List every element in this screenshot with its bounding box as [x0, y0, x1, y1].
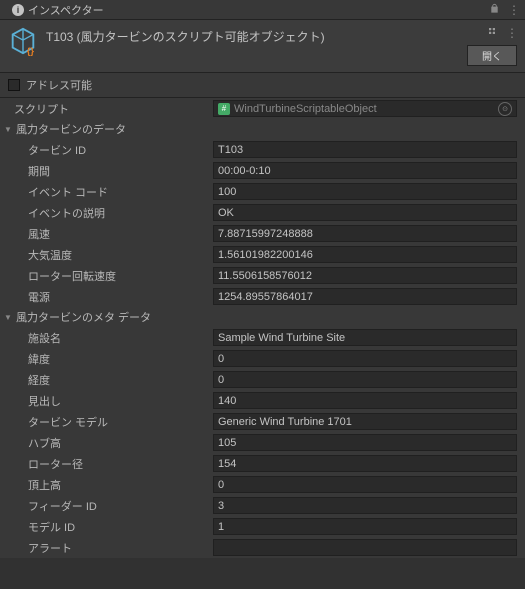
foldout-icon: ▼ [4, 313, 14, 322]
turbine-id-label: タービン ID [28, 142, 86, 158]
hub-height-row: ハブ高 [0, 432, 525, 453]
section-data-header[interactable]: ▼風力タービンのデータ [0, 119, 525, 139]
heading-row: 見出し [0, 390, 525, 411]
header-context-menu-icon[interactable]: ⋮ [506, 26, 517, 41]
addressable-label: アドレス可能 [26, 77, 92, 93]
wind-speed-row: 風速 [0, 223, 525, 244]
inspector-tab[interactable]: i インスペクター [6, 0, 110, 20]
wind-speed-label: 風速 [28, 226, 50, 242]
inspector-tab-bar: i インスペクター ⋮ [0, 0, 525, 20]
rotor-speed-row: ローター回転速度 [0, 265, 525, 286]
longitude-input[interactable] [213, 371, 517, 388]
context-menu-icon[interactable]: ⋮ [508, 3, 519, 17]
ambient-temp-row: 大気温度 [0, 244, 525, 265]
hub-height-input[interactable] [213, 434, 517, 451]
latitude-label: 緯度 [28, 351, 50, 367]
site-name-label: 施設名 [28, 330, 61, 346]
section-meta-title: 風力タービンのメタ データ [16, 309, 151, 325]
turbine-id-row: タービン ID [0, 139, 525, 160]
tip-height-input[interactable] [213, 476, 517, 493]
preset-icon[interactable] [486, 26, 498, 41]
section-meta-header[interactable]: ▼風力タービンのメタ データ [0, 307, 525, 327]
tip-height-label: 頂上高 [28, 477, 61, 493]
script-object-field[interactable]: # WindTurbineScriptableObject ⊙ [213, 100, 517, 117]
wind-speed-input[interactable] [213, 225, 517, 242]
script-value: WindTurbineScriptableObject [234, 103, 498, 115]
rotor-diam-input[interactable] [213, 455, 517, 472]
scriptable-object-icon: {} [8, 26, 38, 56]
event-desc-row: イベントの説明 [0, 202, 525, 223]
asset-header: {} T103 (風力タービンのスクリプト可能オブジェクト) ⋮ 開く [0, 20, 525, 73]
site-name-row: 施設名 [0, 327, 525, 348]
power-label: 電源 [28, 289, 50, 305]
period-row: 期間 [0, 160, 525, 181]
event-code-row: イベント コード [0, 181, 525, 202]
tip-height-row: 頂上高 [0, 474, 525, 495]
script-label: スクリプト [14, 101, 69, 117]
event-desc-input[interactable] [213, 204, 517, 221]
rotor-diam-row: ローター径 [0, 453, 525, 474]
latitude-input[interactable] [213, 350, 517, 367]
site-name-input[interactable] [213, 329, 517, 346]
alert-input[interactable] [213, 539, 517, 556]
rotor-speed-input[interactable] [213, 267, 517, 284]
event-code-label: イベント コード [28, 184, 108, 200]
inspector-tab-title: インスペクター [28, 2, 104, 18]
open-button[interactable]: 開く [467, 45, 517, 66]
turbine-id-input[interactable] [213, 141, 517, 158]
rotor-diam-label: ローター径 [28, 456, 83, 472]
period-label: 期間 [28, 163, 50, 179]
heading-input[interactable] [213, 392, 517, 409]
feeder-id-row: フィーダー ID [0, 495, 525, 516]
power-row: 電源 [0, 286, 525, 307]
section-data-title: 風力タービンのデータ [16, 121, 126, 137]
model-id-input[interactable] [213, 518, 517, 535]
feeder-id-label: フィーダー ID [28, 498, 97, 514]
power-input[interactable] [213, 288, 517, 305]
latitude-row: 緯度 [0, 348, 525, 369]
ambient-temp-input[interactable] [213, 246, 517, 263]
svg-text:{}: {} [27, 46, 35, 56]
info-icon: i [12, 4, 24, 16]
model-id-label: モデル ID [28, 519, 75, 535]
addressable-checkbox[interactable] [8, 79, 20, 91]
event-code-input[interactable] [213, 183, 517, 200]
foldout-icon: ▼ [4, 125, 14, 134]
heading-label: 見出し [28, 393, 61, 409]
script-icon: # [218, 103, 230, 115]
feeder-id-input[interactable] [213, 497, 517, 514]
hub-height-label: ハブ高 [28, 435, 61, 451]
object-picker-icon[interactable]: ⊙ [498, 102, 512, 116]
lock-icon[interactable] [489, 3, 500, 17]
asset-name: T103 (風力タービンのスクリプト可能オブジェクト) [46, 28, 325, 45]
ambient-temp-label: 大気温度 [28, 247, 72, 263]
model-id-row: モデル ID [0, 516, 525, 537]
longitude-label: 経度 [28, 372, 50, 388]
period-input[interactable] [213, 162, 517, 179]
turbine-model-label: タービン モデル [28, 414, 108, 430]
event-desc-label: イベントの説明 [28, 205, 105, 221]
alert-row: アラート [0, 537, 525, 558]
alert-label: アラート [28, 540, 72, 556]
turbine-model-input[interactable] [213, 413, 517, 430]
rotor-speed-label: ローター回転速度 [28, 268, 116, 284]
script-row: スクリプト # WindTurbineScriptableObject ⊙ [0, 98, 525, 119]
longitude-row: 経度 [0, 369, 525, 390]
turbine-model-row: タービン モデル [0, 411, 525, 432]
addressable-row: アドレス可能 [0, 73, 525, 98]
